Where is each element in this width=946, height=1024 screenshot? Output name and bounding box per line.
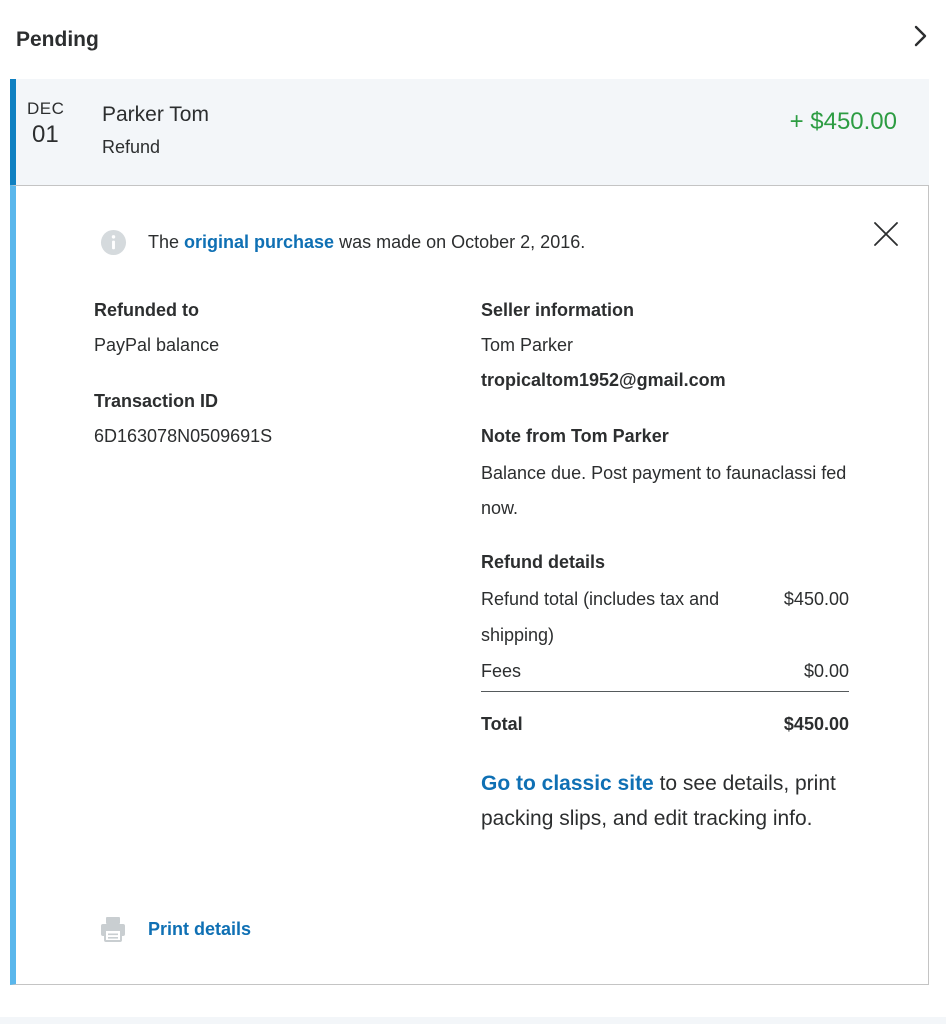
note-text: Balance due. Post payment to faunaclassi… [481,463,847,518]
printer-icon [101,917,125,942]
notice-suffix: was made on October 2, 2016. [334,232,586,252]
seller-info-label: Seller information [481,300,635,320]
refund-total-value: $450.00 [783,589,849,609]
total-divider [481,691,849,692]
transaction-name: Parker Tom [102,103,209,126]
total-value: $450.00 [783,714,849,734]
refunded-to-label: Refunded to [94,300,199,320]
transaction-month: DEC [27,99,65,118]
chevron-right-icon[interactable] [908,24,932,48]
transaction-id-label: Transaction ID [94,391,219,411]
original-purchase-link[interactable]: original purchase [184,232,334,252]
next-section-edge [0,1017,946,1024]
classic-site-notice: Go to classic site to see details, print… [481,766,841,836]
original-purchase-notice: The original purchase was made on Octobe… [100,229,585,256]
refund-details-label: Refund details [481,552,606,572]
total-label: Total [481,714,523,734]
refund-total-label: Refund total (includes tax and shipping) [481,589,720,645]
refund-total-row: Refund total (includes tax and shipping)… [481,581,849,653]
total-row: Total $450.00 [481,714,849,735]
transaction-amount: + $450.00 [789,108,897,135]
print-details-label: Print details [148,918,252,939]
refunded-to-section: Refunded to [94,300,199,321]
seller-email-link[interactable]: tropicaltom1952@gmail.com [481,370,726,391]
transaction-details-panel: The original purchase was made on Octobe… [10,185,929,985]
fees-row: Fees $0.00 [481,653,849,689]
transaction-id-value: 6D163078N0509691S [94,426,273,446]
classic-site-link[interactable]: Go to classic site [481,772,654,795]
page-title: Pending [16,28,99,51]
note-label: Note from Tom Parker [481,426,669,446]
fees-label: Fees [481,661,522,681]
fees-value: $0.00 [803,661,849,681]
pending-header: Pending [0,0,946,80]
close-icon[interactable] [871,219,901,249]
info-icon [100,229,127,256]
notice-prefix: The [148,232,185,252]
transaction-type: Refund [102,137,161,157]
print-details-button[interactable]: Print details [100,916,251,942]
refunded-to-value: PayPal balance [94,335,220,355]
transaction-row[interactable]: DEC 01 Parker Tom Refund + $450.00 [10,79,929,186]
transaction-day: 01 [32,121,59,148]
seller-name: Tom Parker [481,335,574,355]
